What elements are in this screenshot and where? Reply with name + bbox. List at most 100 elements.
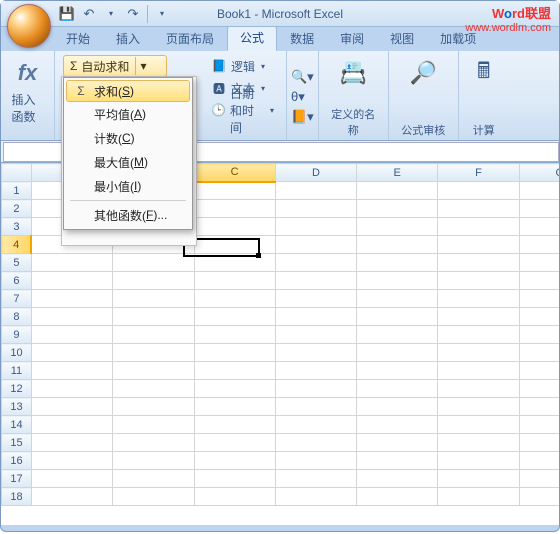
cell-G13[interactable] <box>519 398 559 416</box>
autosum-menu-item-1[interactable]: 平均值(A) <box>66 102 190 126</box>
cell-E14[interactable] <box>357 416 438 434</box>
cell-G11[interactable] <box>519 362 559 380</box>
cell-D4[interactable] <box>275 236 356 254</box>
cell-F10[interactable] <box>438 344 519 362</box>
cell-F15[interactable] <box>438 434 519 452</box>
cell-G5[interactable] <box>519 254 559 272</box>
cell-F13[interactable] <box>438 398 519 416</box>
cell-B15[interactable] <box>113 434 194 452</box>
lookup-button[interactable]: 🔍▾ <box>291 69 314 85</box>
row-header-13[interactable]: 13 <box>2 398 32 416</box>
autosum-menu-item-0[interactable]: Σ求和(S) <box>66 80 190 102</box>
autosum-menu-item-2[interactable]: 计数(C) <box>66 126 190 150</box>
row-header-17[interactable]: 17 <box>2 470 32 488</box>
defined-names-button[interactable]: 📇 <box>333 55 373 91</box>
col-header-D[interactable]: D <box>275 164 356 182</box>
autosum-dropdown-arrow[interactable]: ▾ <box>135 57 150 75</box>
cell-B16[interactable] <box>113 452 194 470</box>
cell-E3[interactable] <box>357 218 438 236</box>
cell-A7[interactable] <box>31 290 112 308</box>
row-header-11[interactable]: 11 <box>2 362 32 380</box>
cell-C6[interactable] <box>194 272 275 290</box>
cell-C14[interactable] <box>194 416 275 434</box>
row-header-7[interactable]: 7 <box>2 290 32 308</box>
cell-C9[interactable] <box>194 326 275 344</box>
cell-B18[interactable] <box>113 488 194 506</box>
select-all-corner[interactable] <box>2 164 32 182</box>
cell-D17[interactable] <box>275 470 356 488</box>
cell-E12[interactable] <box>357 380 438 398</box>
tab-1[interactable]: 插入 <box>103 26 153 51</box>
row-header-2[interactable]: 2 <box>2 200 32 218</box>
cell-D5[interactable] <box>275 254 356 272</box>
office-orb-button[interactable] <box>7 4 51 48</box>
cell-G16[interactable] <box>519 452 559 470</box>
autosum-menu-item-4[interactable]: 最小值(I) <box>66 174 190 198</box>
cell-D7[interactable] <box>275 290 356 308</box>
cell-B10[interactable] <box>113 344 194 362</box>
cell-G14[interactable] <box>519 416 559 434</box>
cell-E6[interactable] <box>357 272 438 290</box>
cell-C4[interactable] <box>194 236 275 254</box>
row-header-8[interactable]: 8 <box>2 308 32 326</box>
cell-G10[interactable] <box>519 344 559 362</box>
cell-C13[interactable] <box>194 398 275 416</box>
formula-audit-button[interactable]: 🔎 <box>403 55 443 91</box>
cell-A12[interactable] <box>31 380 112 398</box>
cell-B13[interactable] <box>113 398 194 416</box>
cell-A16[interactable] <box>31 452 112 470</box>
cell-F16[interactable] <box>438 452 519 470</box>
cell-G4[interactable] <box>519 236 559 254</box>
cell-F4[interactable] <box>438 236 519 254</box>
autosum-split-button[interactable]: Σ自动求和 ▾ <box>63 55 167 77</box>
cell-E5[interactable] <box>357 254 438 272</box>
row-header-16[interactable]: 16 <box>2 452 32 470</box>
autosum-menu-item-3[interactable]: 最大值(M) <box>66 150 190 174</box>
cell-E16[interactable] <box>357 452 438 470</box>
cell-D2[interactable] <box>275 200 356 218</box>
cell-C17[interactable] <box>194 470 275 488</box>
cell-D14[interactable] <box>275 416 356 434</box>
cell-D11[interactable] <box>275 362 356 380</box>
row-header-15[interactable]: 15 <box>2 434 32 452</box>
cell-F12[interactable] <box>438 380 519 398</box>
cell-B12[interactable] <box>113 380 194 398</box>
tab-5[interactable]: 审阅 <box>327 26 377 51</box>
cell-A17[interactable] <box>31 470 112 488</box>
cell-E1[interactable] <box>357 182 438 200</box>
cell-C2[interactable] <box>194 200 275 218</box>
cell-B17[interactable] <box>113 470 194 488</box>
cell-A8[interactable] <box>31 308 112 326</box>
formula-bar-input[interactable] <box>135 142 559 162</box>
row-header-3[interactable]: 3 <box>2 218 32 236</box>
tab-4[interactable]: 数据 <box>277 26 327 51</box>
undo-icon[interactable]: ↶ <box>81 6 97 22</box>
cell-F9[interactable] <box>438 326 519 344</box>
row-header-4[interactable]: 4 <box>2 236 32 254</box>
cell-D10[interactable] <box>275 344 356 362</box>
tab-2[interactable]: 页面布局 <box>153 26 227 51</box>
cell-A18[interactable] <box>31 488 112 506</box>
tab-0[interactable]: 开始 <box>53 26 103 51</box>
insert-function-button[interactable]: fx 插入函数 <box>8 55 48 127</box>
cell-C7[interactable] <box>194 290 275 308</box>
row-header-1[interactable]: 1 <box>2 182 32 200</box>
cell-A15[interactable] <box>31 434 112 452</box>
cell-A6[interactable] <box>31 272 112 290</box>
cell-A13[interactable] <box>31 398 112 416</box>
cell-G9[interactable] <box>519 326 559 344</box>
cell-D6[interactable] <box>275 272 356 290</box>
cell-G1[interactable] <box>519 182 559 200</box>
cell-E11[interactable] <box>357 362 438 380</box>
cell-G15[interactable] <box>519 434 559 452</box>
cell-E18[interactable] <box>357 488 438 506</box>
cell-E10[interactable] <box>357 344 438 362</box>
cell-E17[interactable] <box>357 470 438 488</box>
cell-A5[interactable] <box>31 254 112 272</box>
cell-C15[interactable] <box>194 434 275 452</box>
cell-B14[interactable] <box>113 416 194 434</box>
cell-E8[interactable] <box>357 308 438 326</box>
cell-C5[interactable] <box>194 254 275 272</box>
cell-E9[interactable] <box>357 326 438 344</box>
cell-F3[interactable] <box>438 218 519 236</box>
